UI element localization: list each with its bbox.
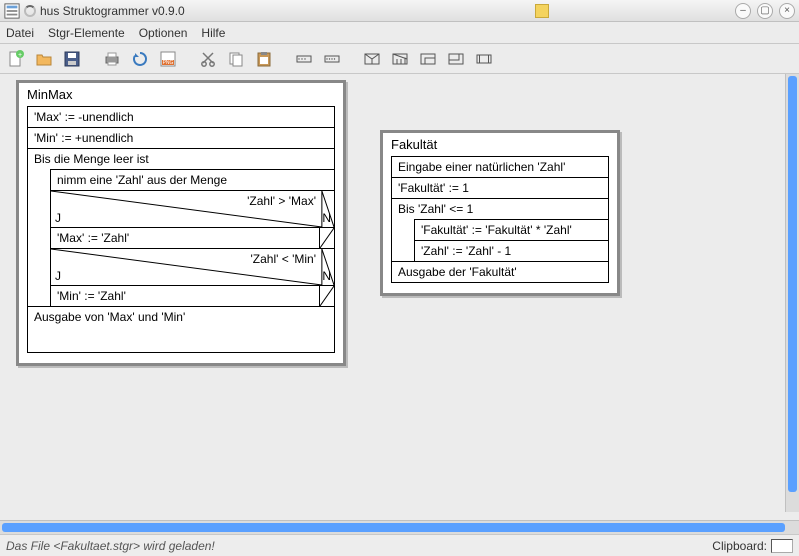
condition-false-label: N	[322, 211, 331, 225]
menu-hilfe[interactable]: Hilfe	[201, 26, 225, 40]
statement: 'Max' := 'Zahl'	[51, 228, 320, 248]
cut-button[interactable]	[196, 47, 220, 71]
menu-optionen[interactable]: Optionen	[139, 26, 188, 40]
svg-text:PNG: PNG	[163, 60, 174, 66]
maximize-button[interactable]: ▢	[757, 3, 773, 19]
save-button[interactable]	[60, 47, 84, 71]
paste-button[interactable]	[252, 47, 276, 71]
print-button[interactable]	[100, 47, 124, 71]
statement[interactable]: 'Max' := -unendlich	[28, 107, 334, 128]
branch-row[interactable]: 'Max' := 'Zahl'	[51, 228, 334, 249]
statusbar: Das File <Fakultaet.stgr> wird geladen! …	[0, 534, 799, 556]
empty-branch	[320, 228, 334, 248]
statement[interactable]: 'Fakultät' := 1	[392, 178, 608, 199]
svg-text:+: +	[18, 52, 22, 59]
loop-block[interactable]: Bis 'Zahl' <= 1 'Fakultät' := 'Fakultät'…	[392, 199, 608, 262]
new-button[interactable]: +	[4, 47, 28, 71]
statement[interactable]: nimm eine 'Zahl' aus der Menge	[51, 170, 334, 191]
condition-block[interactable]: 'Zahl' < 'Min' J N	[51, 249, 334, 286]
condition-text: 'Zahl' < 'Min'	[250, 252, 316, 266]
clipboard-indicator: Clipboard:	[712, 539, 793, 553]
empty-branch	[320, 286, 334, 306]
canvas-area: MinMax 'Max' := -unendlich 'Min' := +une…	[0, 74, 799, 512]
export-png-button[interactable]: PNG	[156, 47, 180, 71]
struct-body: Eingabe einer natürlichen 'Zahl' 'Fakult…	[391, 156, 609, 283]
statement[interactable]: 'Zahl' := 'Zahl' - 1	[415, 241, 608, 261]
struct-body: 'Max' := -unendlich 'Min' := +unendlich …	[27, 106, 335, 353]
window-title: hus Struktogrammer v0.9.0	[40, 4, 185, 18]
open-button[interactable]	[32, 47, 56, 71]
refresh-button[interactable]	[128, 47, 152, 71]
element-call-button[interactable]	[472, 47, 496, 71]
element-repeat-button[interactable]	[444, 47, 468, 71]
element-case-button[interactable]	[388, 47, 412, 71]
condition-false-label: N	[322, 269, 331, 283]
condition-true-label: J	[55, 269, 61, 283]
canvas[interactable]: MinMax 'Max' := -unendlich 'Min' := +une…	[0, 74, 785, 512]
clipboard-label: Clipboard:	[712, 539, 767, 553]
statement[interactable]: Eingabe einer natürlichen 'Zahl'	[392, 157, 608, 178]
titlebar: hus Struktogrammer v0.9.0 – ▢ ×	[0, 0, 799, 22]
loading-spinner-icon	[24, 5, 36, 17]
element-block-button[interactable]	[320, 47, 344, 71]
element-while-button[interactable]	[416, 47, 440, 71]
minimize-button[interactable]: –	[735, 3, 751, 19]
loop-head: Bis 'Zahl' <= 1	[392, 199, 608, 219]
element-sequence-button[interactable]	[292, 47, 316, 71]
struct-title: Fakultät	[383, 133, 617, 156]
struct-title: MinMax	[19, 83, 343, 106]
branch-row[interactable]: 'Min' := 'Zahl'	[51, 286, 334, 306]
app-icon	[4, 3, 20, 19]
statement: 'Min' := 'Zahl'	[51, 286, 320, 306]
condition-block[interactable]: 'Zahl' > 'Max' J N	[51, 191, 334, 228]
note-icon	[535, 4, 549, 18]
clipboard-value	[771, 539, 793, 553]
loop-head: Bis die Menge leer ist	[28, 149, 334, 169]
condition-text: 'Zahl' > 'Max'	[247, 194, 316, 208]
status-message: Das File <Fakultaet.stgr> wird geladen!	[6, 539, 215, 553]
statement[interactable]: 'Min' := +unendlich	[28, 128, 334, 149]
copy-button[interactable]	[224, 47, 248, 71]
close-button[interactable]: ×	[779, 3, 795, 19]
menu-datei[interactable]: Datei	[6, 26, 34, 40]
vertical-scrollbar[interactable]	[785, 74, 799, 512]
struktogramm-minmax[interactable]: MinMax 'Max' := -unendlich 'Min' := +une…	[16, 80, 346, 366]
loop-block[interactable]: Bis die Menge leer ist nimm eine 'Zahl' …	[28, 149, 334, 307]
statement[interactable]: Ausgabe von 'Max' und 'Min'	[28, 307, 334, 352]
menubar: Datei Stgr-Elemente Optionen Hilfe	[0, 22, 799, 44]
statement[interactable]: Ausgabe der 'Fakultät'	[392, 262, 608, 282]
struktogramm-fakultaet[interactable]: Fakultät Eingabe einer natürlichen 'Zahl…	[380, 130, 620, 296]
statement[interactable]: 'Fakultät' := 'Fakultät' * 'Zahl'	[415, 220, 608, 241]
horizontal-scrollbar[interactable]	[0, 520, 799, 534]
element-if-button[interactable]	[360, 47, 384, 71]
menu-stgr-elemente[interactable]: Stgr-Elemente	[48, 26, 125, 40]
condition-true-label: J	[55, 211, 61, 225]
toolbar: + PNG	[0, 44, 799, 74]
